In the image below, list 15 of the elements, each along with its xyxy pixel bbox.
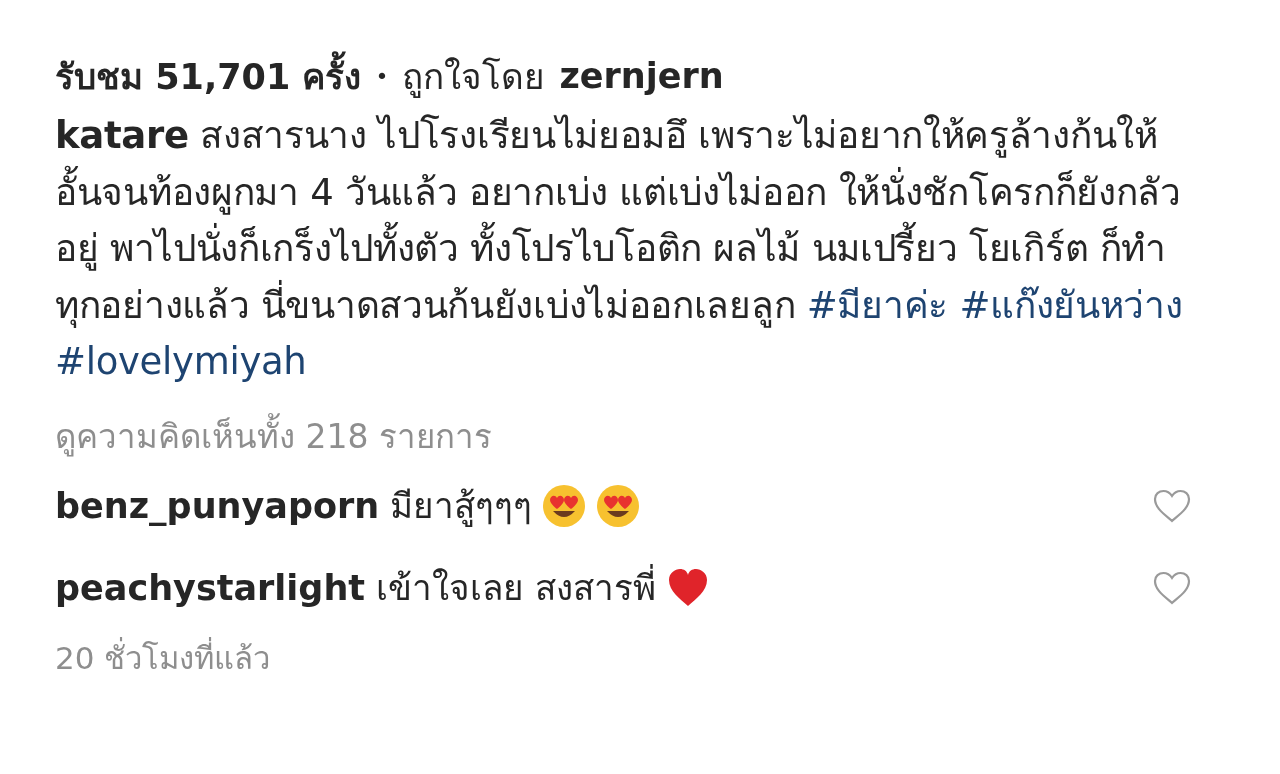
hashtag-link[interactable]: #มียาค่ะ xyxy=(806,283,948,327)
heart-icon[interactable] xyxy=(1152,569,1192,606)
comment-text: peachystarlight เข้าใจเลย สงสารพี่ xyxy=(55,560,657,615)
heart-eyes-emoji-icon xyxy=(596,483,641,528)
separator-dot: • xyxy=(375,63,389,89)
caption-text: katare สงสารนาง ไปโรงเรียนไม่ยอมอึ เพราะไม่อยากให้ครูล้างก้นให้ อั้นจนท้องผูกมา 4 วันแล้ว อยากเบ่ง แต่เบ่งไม่ออก ให้นั่งชักโครกก็ยังกลัวอยู่ พาไปนั่งก็เกร็งไปทั้งตัว ทั้งโปรไบโอติก ผลไม้ นมเปรี้ยว โยเกิร์ต ก็ทำทุกอย่างแล้ว นี่ขนาดสวนก้นยังเบ่งไม่ออกเลยลูก #มียาค่ะ #แก๊งยันหว่าง #lovelymiyah xyxy=(55,113,1184,385)
liked-by-label: ถูกใจโดย xyxy=(402,55,546,100)
hashtag-link[interactable]: #lovelymiyah xyxy=(55,340,307,383)
heart-icon[interactable] xyxy=(1152,487,1192,524)
hashtag-link[interactable]: #แก๊งยันหว่าง xyxy=(959,283,1183,327)
heart-eyes-emoji-icon xyxy=(542,483,587,528)
username-link[interactable]: zernjern xyxy=(559,56,724,96)
view-count: รับชม 51,701 ครั้ง xyxy=(55,48,362,104)
comment-text: benz_punyaporn มียาสู้ๆๆๆ xyxy=(55,485,533,529)
timestamp: 20 ชั่วโมงที่แล้ว xyxy=(55,636,272,678)
